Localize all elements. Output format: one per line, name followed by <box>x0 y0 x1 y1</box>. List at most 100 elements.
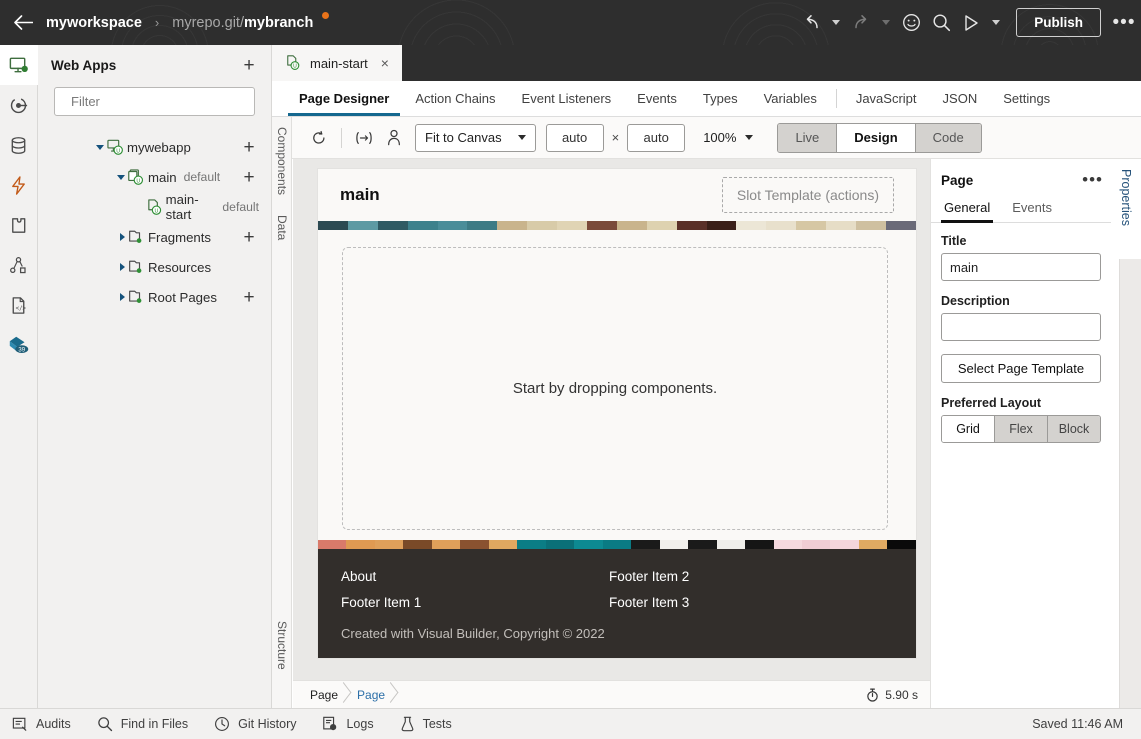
twisty-right-icon[interactable] <box>114 233 130 241</box>
layout-flex-button[interactable]: Flex <box>995 416 1048 442</box>
search-icon[interactable] <box>926 0 956 45</box>
rail-item-source[interactable]: </> <box>0 285 38 325</box>
status-logs[interactable]: Logs <box>322 716 374 732</box>
rail-item-git-changes[interactable]: 39 <box>0 325 38 365</box>
height-input[interactable] <box>627 123 686 152</box>
tab-json[interactable]: JSON <box>930 81 991 116</box>
svg-text:U: U <box>293 64 297 70</box>
status-bar: Audits Find in Files Git History Logs Te… <box>0 708 1141 739</box>
filter-box[interactable] <box>54 87 255 116</box>
vtab-data[interactable]: Data <box>272 205 292 250</box>
properties-tab-general[interactable]: General <box>941 198 994 223</box>
breadcrumb-separator: › <box>154 15 160 30</box>
tab-events[interactable]: Events <box>624 81 690 116</box>
rail-item-processes[interactable] <box>0 165 38 205</box>
filter-input[interactable] <box>71 94 247 109</box>
status-audits[interactable]: Audits <box>12 717 71 732</box>
select-page-template-button[interactable]: Select Page Template <box>941 354 1101 383</box>
twisty-down-icon[interactable] <box>113 174 129 180</box>
tree-item-main[interactable]: U main default + <box>38 162 271 192</box>
tree-label: main <box>148 169 177 185</box>
user-icon[interactable] <box>379 124 409 152</box>
tab-variables[interactable]: Variables <box>751 81 830 116</box>
twisty-down-icon[interactable] <box>92 144 108 150</box>
filter-wrapper <box>38 85 271 116</box>
tab-event-listeners[interactable]: Event Listeners <box>509 81 625 116</box>
mode-code-button[interactable]: Code <box>915 123 981 152</box>
run-icon[interactable] <box>956 0 986 45</box>
flask-icon <box>401 716 413 732</box>
tab-settings[interactable]: Settings <box>990 81 1063 116</box>
more-options-icon[interactable]: ••• <box>1107 0 1141 45</box>
add-root-page-button[interactable]: + <box>239 288 259 307</box>
tab-page-designer[interactable]: Page Designer <box>286 81 402 116</box>
zoom-level-select[interactable]: 100% <box>703 130 754 145</box>
status-tests[interactable]: Tests <box>400 716 452 732</box>
vtab-structure[interactable]: Structure <box>272 611 292 680</box>
mode-design-button[interactable]: Design <box>837 123 916 152</box>
tab-action-chains[interactable]: Action Chains <box>402 81 508 116</box>
layout-block-button[interactable]: Block <box>1048 416 1100 442</box>
tree-item-fragments[interactable]: Fragments + <box>38 222 271 252</box>
add-to-main-button[interactable]: + <box>239 168 259 187</box>
responsive-icon[interactable] <box>349 124 379 152</box>
description-input[interactable] <box>941 313 1101 341</box>
vtab-components[interactable]: Components <box>272 117 292 205</box>
tree-item-mywebapp[interactable]: U mywebapp + <box>38 132 271 162</box>
rail-item-web-apps[interactable] <box>0 45 38 85</box>
properties-tab-events[interactable]: Events <box>1009 198 1055 222</box>
tab-types[interactable]: Types <box>690 81 751 116</box>
rail-item-services[interactable] <box>0 85 38 125</box>
tab-javascript[interactable]: JavaScript <box>843 81 930 116</box>
title-input[interactable] <box>941 253 1101 281</box>
rail-item-business-objects[interactable] <box>0 125 38 165</box>
add-to-mywebapp-button[interactable]: + <box>239 138 259 157</box>
twisty-right-icon[interactable] <box>114 263 130 271</box>
properties-panel: Page ••• General Events Title Descriptio… <box>930 159 1141 708</box>
breadcrumb-repo[interactable]: myrepo.git/ <box>172 15 244 31</box>
properties-scrollbar[interactable] <box>1119 233 1141 708</box>
mode-live-button[interactable]: Live <box>778 123 838 152</box>
add-web-app-button[interactable]: + <box>239 56 259 75</box>
footer-link-item-2[interactable]: Footer Item 2 <box>609 569 877 584</box>
rail-item-components[interactable] <box>0 205 38 245</box>
design-canvas[interactable]: main Slot Template (actions) Start by dr… <box>293 159 930 680</box>
run-dropdown-caret-icon[interactable] <box>986 0 1006 45</box>
component-dropzone[interactable]: Start by dropping components. <box>342 247 888 530</box>
refresh-icon[interactable] <box>304 124 334 152</box>
title-field-label: Title <box>941 234 967 248</box>
tree-item-resources[interactable]: Resources <box>38 252 271 282</box>
properties-vertical-tab[interactable]: Properties <box>1111 159 1141 259</box>
undo-dropdown-caret-icon[interactable] <box>826 0 846 45</box>
breadcrumb-workspace[interactable]: myworkspace <box>46 15 142 31</box>
properties-more-icon[interactable]: ••• <box>1082 171 1103 188</box>
status-audits-label: Audits <box>36 717 71 731</box>
status-find-in-files[interactable]: Find in Files <box>97 716 188 732</box>
footer-link-item-1[interactable]: Footer Item 1 <box>341 595 609 610</box>
search-icon <box>97 717 112 732</box>
publish-button[interactable]: Publish <box>1016 8 1101 37</box>
fit-to-canvas-select[interactable]: Fit to Canvas <box>415 123 536 152</box>
add-fragment-button[interactable]: + <box>239 228 259 247</box>
tree-item-main-start[interactable]: U main-start default <box>38 192 271 222</box>
width-input[interactable] <box>545 123 604 152</box>
twisty-right-icon[interactable] <box>114 293 130 301</box>
breadcrumb-page-root[interactable]: Page <box>305 681 352 709</box>
rail-item-mobile-apps[interactable] <box>0 245 38 285</box>
close-icon[interactable]: × <box>381 56 389 70</box>
tree-item-root-pages[interactable]: Root Pages + <box>38 282 271 312</box>
layout-grid-button[interactable]: Grid <box>942 416 995 442</box>
footer-link-about[interactable]: About <box>341 569 609 584</box>
redo-dropdown-caret-icon[interactable] <box>876 0 896 45</box>
preview-header: main Slot Template (actions) <box>318 169 916 221</box>
footer-link-item-3[interactable]: Footer Item 3 <box>609 595 877 610</box>
breadcrumb-page-current[interactable]: Page <box>352 681 399 709</box>
slot-template-actions[interactable]: Slot Template (actions) <box>721 177 894 213</box>
redo-icon[interactable] <box>846 0 876 45</box>
arrow-left-icon[interactable] <box>0 0 46 45</box>
emoji-icon[interactable] <box>896 0 926 45</box>
document-tab-main-start[interactable]: U main-start × <box>272 45 402 81</box>
status-git-history[interactable]: Git History <box>214 716 296 732</box>
breadcrumb-branch[interactable]: mybranch <box>244 15 313 31</box>
undo-icon[interactable] <box>796 0 826 45</box>
